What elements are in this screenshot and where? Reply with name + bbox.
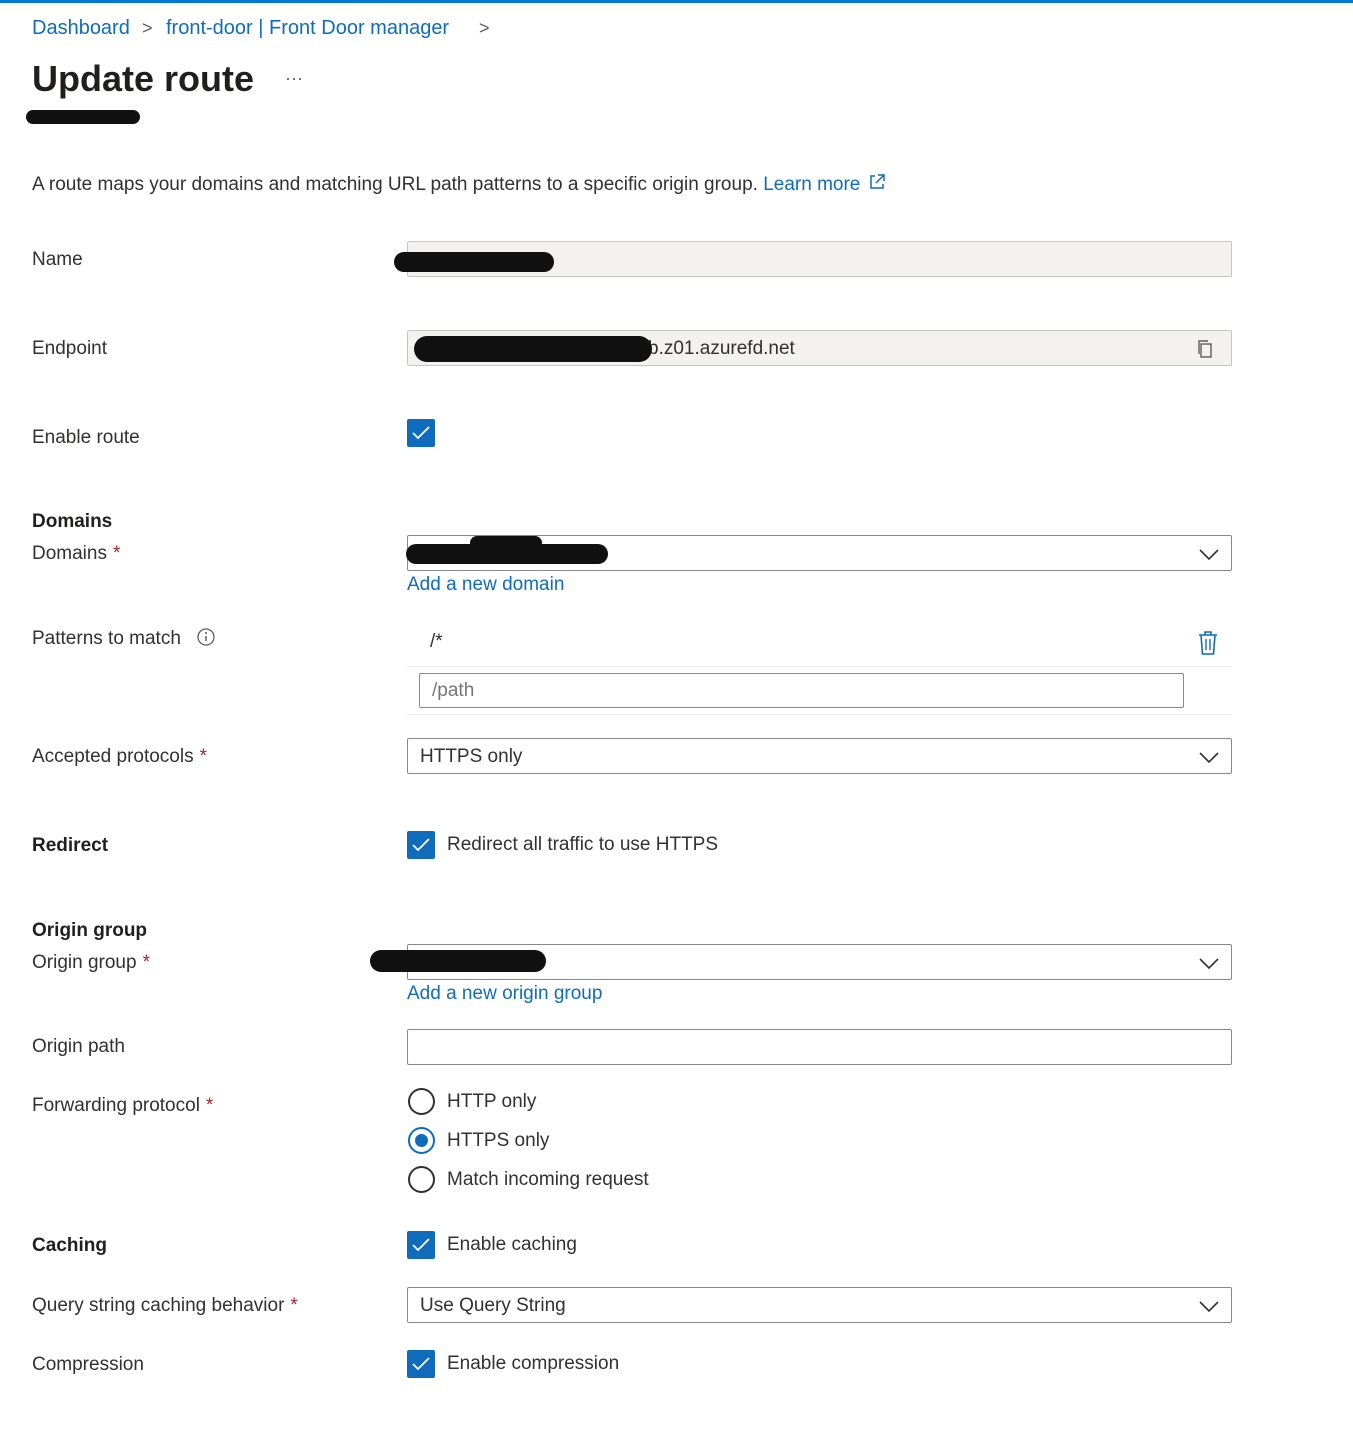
learn-more-link[interactable]: Learn more <box>763 174 860 195</box>
enable-route-label: Enable route <box>32 427 140 448</box>
redirect-section-heading: Redirect <box>32 835 109 856</box>
redirect-https-checkbox[interactable] <box>407 831 435 859</box>
info-icon[interactable] <box>196 627 216 647</box>
query-string-label: Query string caching behavior * <box>32 1295 298 1317</box>
radio-http-only[interactable] <box>408 1088 435 1115</box>
accepted-protocols-value: HTTPS only <box>420 746 523 767</box>
checkmark-icon <box>412 1238 430 1252</box>
add-new-origin-group-link[interactable]: Add a new origin group <box>407 983 602 1005</box>
origin-group-label: Origin group * <box>32 952 150 974</box>
redacted-origin-group <box>370 950 546 972</box>
enable-compression-checkbox[interactable] <box>407 1350 435 1378</box>
accepted-protocols-label-text: Accepted protocols <box>32 746 194 767</box>
query-string-label-text: Query string caching behavior <box>32 1295 285 1316</box>
add-new-domain-link[interactable]: Add a new domain <box>407 574 564 596</box>
redacted-name <box>394 252 554 272</box>
chevron-down-icon <box>1199 1301 1219 1313</box>
required-marker: * <box>112 543 121 564</box>
enable-compression-label: Enable compression <box>447 1353 620 1374</box>
domains-label-text: Domains <box>32 543 107 564</box>
domains-label: Domains * <box>32 543 120 565</box>
radio-https-only-label: HTTPS only <box>447 1130 550 1151</box>
query-string-dropdown[interactable]: Use Query String <box>407 1287 1232 1323</box>
breadcrumb-dashboard[interactable]: Dashboard <box>32 17 130 40</box>
chevron-down-icon <box>1199 549 1219 561</box>
breadcrumb-front-door[interactable]: front-door | Front Door manager <box>166 17 449 40</box>
query-string-value: Use Query String <box>420 1295 566 1316</box>
required-marker: * <box>290 1295 298 1316</box>
enable-caching-label: Enable caching <box>447 1234 577 1255</box>
pattern-item: /* <box>430 631 443 652</box>
divider <box>407 666 1232 667</box>
delete-icon[interactable] <box>1197 630 1219 656</box>
redirect-https-label: Redirect all traffic to use HTTPS <box>447 834 719 855</box>
endpoint-value: b.z01.azurefd.net <box>648 338 795 359</box>
divider <box>407 714 1232 715</box>
origin-group-section-heading: Origin group <box>32 920 148 941</box>
redacted-endpoint <box>414 336 652 362</box>
enable-route-checkbox[interactable] <box>407 419 435 447</box>
forwarding-protocol-label-text: Forwarding protocol <box>32 1095 200 1116</box>
required-marker: * <box>205 1095 214 1116</box>
name-label: Name <box>32 249 83 270</box>
origin-group-label-text: Origin group <box>32 952 137 973</box>
pattern-path-input[interactable] <box>419 673 1184 708</box>
page-description: A route maps your domains and matching U… <box>32 173 886 196</box>
required-marker: * <box>142 952 150 973</box>
enable-caching-checkbox[interactable] <box>407 1231 435 1259</box>
origin-path-label: Origin path <box>32 1036 125 1057</box>
caching-section-heading: Caching <box>32 1235 107 1256</box>
copy-icon[interactable] <box>1195 339 1215 359</box>
chevron-right-icon: > <box>142 18 153 38</box>
accepted-protocols-label: Accepted protocols * <box>32 746 207 768</box>
external-link-icon <box>869 174 885 189</box>
origin-path-input[interactable] <box>407 1029 1232 1065</box>
domains-section-heading: Domains <box>32 511 113 532</box>
required-marker: * <box>199 746 207 767</box>
redacted-domain <box>470 536 542 550</box>
chevron-right-icon: > <box>479 18 490 38</box>
checkmark-icon <box>412 426 430 440</box>
checkmark-icon <box>412 838 430 852</box>
radio-https-only[interactable] <box>408 1127 435 1154</box>
forwarding-protocol-label: Forwarding protocol * <box>32 1095 213 1117</box>
patterns-label-text: Patterns to match <box>32 628 181 649</box>
top-accent-bar <box>0 0 1353 3</box>
chevron-down-icon <box>1199 958 1219 970</box>
radio-http-only-label: HTTP only <box>447 1091 537 1112</box>
accepted-protocols-dropdown[interactable]: HTTPS only <box>407 738 1232 774</box>
redacted-subtitle <box>26 110 140 124</box>
chevron-down-icon <box>1199 752 1219 764</box>
more-options-button[interactable]: ··· <box>285 68 303 89</box>
page-title: Update route <box>32 58 255 99</box>
radio-match-incoming[interactable] <box>408 1166 435 1193</box>
radio-match-incoming-label: Match incoming request <box>447 1169 649 1190</box>
compression-label: Compression <box>32 1354 144 1375</box>
patterns-label: Patterns to match <box>32 627 216 650</box>
description-text: A route maps your domains and matching U… <box>32 174 758 195</box>
endpoint-label: Endpoint <box>32 338 108 359</box>
checkmark-icon <box>412 1357 430 1371</box>
